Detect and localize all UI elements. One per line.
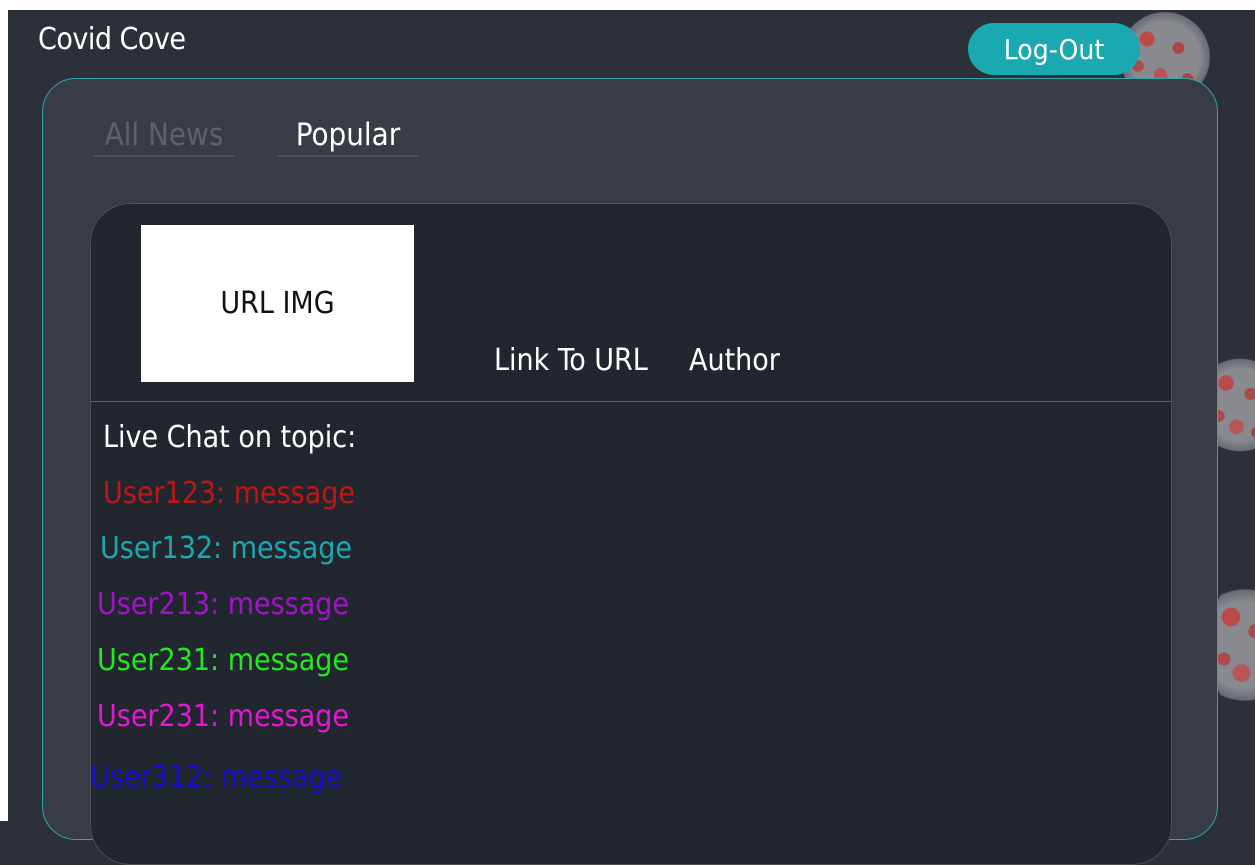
article-author: Author [689, 343, 780, 378]
chat-message: User312: message [90, 760, 343, 795]
chat-message: User123: message [103, 476, 356, 511]
logout-button[interactable]: Log-Out [968, 23, 1140, 75]
app-title: Covid Cove [38, 22, 186, 57]
article-image-label: URL IMG [220, 286, 335, 321]
news-panel: All News Popular URL IMG Link To URL Aut… [42, 78, 1218, 865]
tab-all-news[interactable]: All News [93, 117, 235, 157]
news-card: URL IMG Link To URL Author Live Chat on … [90, 203, 1172, 865]
chat-message: User132: message [100, 531, 353, 566]
chat-message: User231: message [97, 643, 350, 678]
live-chat-title: Live Chat on topic: [103, 420, 357, 455]
card-divider [91, 401, 1171, 402]
chat-message: User213: message [97, 587, 350, 622]
chat-message: User231: message [97, 699, 350, 734]
article-link[interactable]: Link To URL [494, 343, 648, 378]
article-image[interactable]: URL IMG [141, 225, 414, 382]
top-edge [0, 0, 1255, 10]
tab-popular[interactable]: Popular [277, 117, 419, 157]
left-edge [0, 0, 8, 821]
